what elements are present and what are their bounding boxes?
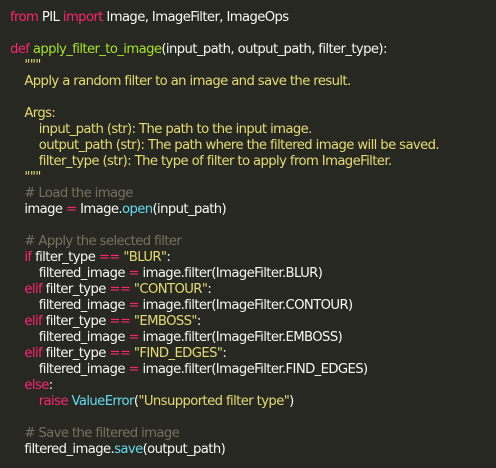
code-token: ValueError [71, 394, 134, 409]
code-token: filter_type [42, 314, 110, 329]
code-token: = [66, 202, 77, 217]
code-token: # Apply the selected filter [10, 234, 182, 249]
code-token: = [128, 266, 139, 281]
code-token: (input_path) [152, 202, 227, 217]
code-token: from [10, 10, 39, 25]
code-token: "EMBOSS" [133, 314, 198, 329]
code-line: elif filter_type == "FIND_EDGES": [10, 346, 496, 362]
code-line: filtered_image = image.filter(ImageFilte… [10, 330, 496, 346]
code-token: Apply a random filter to an image and sa… [10, 74, 351, 89]
code-token: == [109, 346, 131, 361]
code-token: Image. [76, 202, 123, 217]
code-token: elif [10, 282, 43, 297]
code-token: input_path (str): The path to the input … [10, 122, 313, 137]
code-line: Apply a random filter to an image and sa… [10, 74, 496, 90]
code-editor[interactable]: from PIL import Image, ImageFilter, Imag… [0, 0, 496, 468]
code-line: if filter_type == "BLUR": [10, 250, 496, 266]
code-token: image.filter(ImageFilter.CONTOUR) [138, 298, 354, 313]
code-token: (input_path, output_path, filter_type): [161, 42, 387, 57]
code-token: """ [10, 170, 41, 185]
code-token: filter_type [42, 346, 110, 361]
code-token: elif [10, 314, 43, 329]
code-line: from PIL import Image, ImageFilter, Imag… [10, 10, 496, 26]
code-token: filtered_image [10, 266, 129, 281]
code-token: raise [10, 394, 69, 409]
code-token: "CONTOUR" [133, 282, 208, 297]
code-token: : [48, 378, 53, 393]
code-line: filtered_image = image.filter(ImageFilte… [10, 266, 496, 282]
code-token: = [128, 298, 139, 313]
code-token: else [10, 378, 49, 393]
code-token: filtered_image. [10, 442, 115, 457]
code-line: # Apply the selected filter [10, 234, 496, 250]
code-token: == [109, 282, 131, 297]
code-token: filtered_image [10, 298, 129, 313]
code-line: image = Image.open(input_path) [10, 202, 496, 218]
code-line: def apply_filter_to_image(input_path, ou… [10, 42, 496, 58]
code-token: open [122, 202, 153, 217]
code-token: : [166, 250, 171, 265]
code-line: filtered_image = image.filter(ImageFilte… [10, 362, 496, 378]
code-line: output_path (str): The path where the fi… [10, 138, 496, 154]
code-line: filter_type (str): The type of filter to… [10, 154, 496, 170]
code-line: else: [10, 378, 496, 394]
code-token: """ [10, 58, 41, 73]
code-line: filtered_image.save(output_path) [10, 442, 496, 458]
code-token: Args: [10, 106, 56, 121]
code-token: Image, ImageFilter, ImageOps [102, 10, 289, 25]
code-token: if [10, 250, 32, 265]
code-token: (output_path) [142, 442, 226, 457]
code-token: apply_filter_to_image [32, 42, 162, 57]
code-line: """ [10, 170, 496, 186]
code-token: image [10, 202, 67, 217]
code-token: filtered_image [10, 362, 129, 377]
code-token: : [196, 314, 201, 329]
code-token: # Save the filtered image [10, 426, 180, 441]
code-line: elif filter_type == "CONTOUR": [10, 282, 496, 298]
code-token: image.filter(ImageFilter.EMBOSS) [138, 330, 343, 345]
code-token: # Load the image [10, 186, 133, 201]
code-token: = [128, 362, 139, 377]
code-line: # Save the filtered image [10, 426, 496, 442]
code-token: elif [10, 346, 43, 361]
code-token: PIL [38, 10, 63, 25]
code-token: = [128, 330, 139, 345]
code-token: import [62, 10, 104, 25]
code-token: == [98, 250, 121, 265]
code-line: input_path (str): The path to the input … [10, 122, 496, 138]
code-token: image.filter(ImageFilter.FIND_EDGES) [138, 362, 369, 377]
code-line: filtered_image = image.filter(ImageFilte… [10, 298, 496, 314]
code-token: "Unsupported filter type" [138, 394, 290, 409]
code-token: "BLUR" [123, 250, 167, 265]
code-token: save [114, 442, 143, 457]
code-token: filtered_image [10, 330, 129, 345]
code-line: # Load the image [10, 186, 496, 202]
code-token: : [222, 346, 227, 361]
code-token: filter_type (str): The type of filter to… [10, 154, 392, 169]
code-line: """ [10, 58, 496, 74]
code-line: Args: [10, 106, 496, 122]
code-token: "FIND_EDGES" [133, 346, 223, 361]
code-line: raise ValueError("Unsupported filter typ… [10, 394, 496, 410]
code-token: output_path (str): The path where the fi… [10, 138, 440, 153]
code-token: == [109, 314, 131, 329]
code-token: filter_type [31, 250, 99, 265]
code-token: filter_type [42, 282, 110, 297]
code-token: : [207, 282, 212, 297]
code-token: image.filter(ImageFilter.BLUR) [138, 266, 323, 281]
code-token: ) [289, 394, 294, 409]
code-line: elif filter_type == "EMBOSS": [10, 314, 496, 330]
code-token: def [10, 42, 30, 57]
